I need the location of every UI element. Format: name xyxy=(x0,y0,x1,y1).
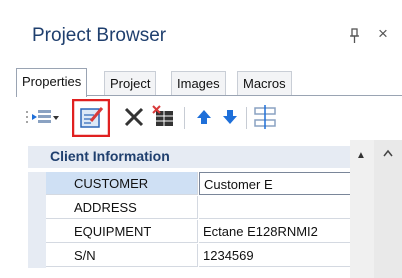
tab-images[interactable]: Images xyxy=(171,71,226,95)
tab-macros[interactable]: Macros xyxy=(237,71,292,95)
split-icon[interactable] xyxy=(252,105,280,129)
toolbar-separator xyxy=(184,107,185,129)
pin-icon[interactable] xyxy=(348,28,362,44)
chevron-up-icon[interactable] xyxy=(382,148,394,158)
row-gutter xyxy=(28,244,46,268)
move-down-icon[interactable] xyxy=(218,105,242,129)
toolbar xyxy=(16,97,402,139)
vertical-scrollbar[interactable]: ▲ xyxy=(350,140,374,278)
toolbar-separator xyxy=(246,107,247,129)
row-gutter xyxy=(28,196,46,220)
property-name: EQUIPMENT xyxy=(46,220,198,243)
row-gutter xyxy=(28,220,46,244)
property-name: ADDRESS xyxy=(46,196,198,219)
edit-icon[interactable] xyxy=(72,99,110,137)
right-strip xyxy=(374,140,402,278)
delete-table-icon[interactable] xyxy=(152,105,176,129)
property-grid: Client Information ▲ CUSTOMER Customer E… xyxy=(28,140,402,278)
row-gutter xyxy=(28,172,46,196)
project-browser-panel: Project Browser × Properties Project Ima… xyxy=(0,0,402,278)
insert-row-icon[interactable] xyxy=(24,105,60,129)
table-row[interactable]: ADDRESS xyxy=(28,196,378,220)
tab-properties[interactable]: Properties xyxy=(16,68,88,97)
delete-icon[interactable] xyxy=(122,105,146,129)
category-label: Client Information xyxy=(50,148,170,164)
tab-project[interactable]: Project xyxy=(104,71,157,95)
table-row[interactable]: CUSTOMER Customer E ▼ xyxy=(28,172,378,196)
panel-title: Project Browser xyxy=(32,25,167,46)
move-up-icon[interactable] xyxy=(192,105,216,129)
property-value: Customer E xyxy=(204,177,273,192)
category-header[interactable]: Client Information ▲ xyxy=(28,146,378,168)
close-button[interactable]: × xyxy=(378,24,388,44)
property-name: S/N xyxy=(46,244,198,267)
table-row[interactable]: S/N 1234569 xyxy=(28,244,378,268)
table-row[interactable]: EQUIPMENT Ectane E128RNMI2 xyxy=(28,220,378,244)
property-name: CUSTOMER xyxy=(46,172,198,195)
scroll-up-icon[interactable]: ▲ xyxy=(356,150,366,161)
